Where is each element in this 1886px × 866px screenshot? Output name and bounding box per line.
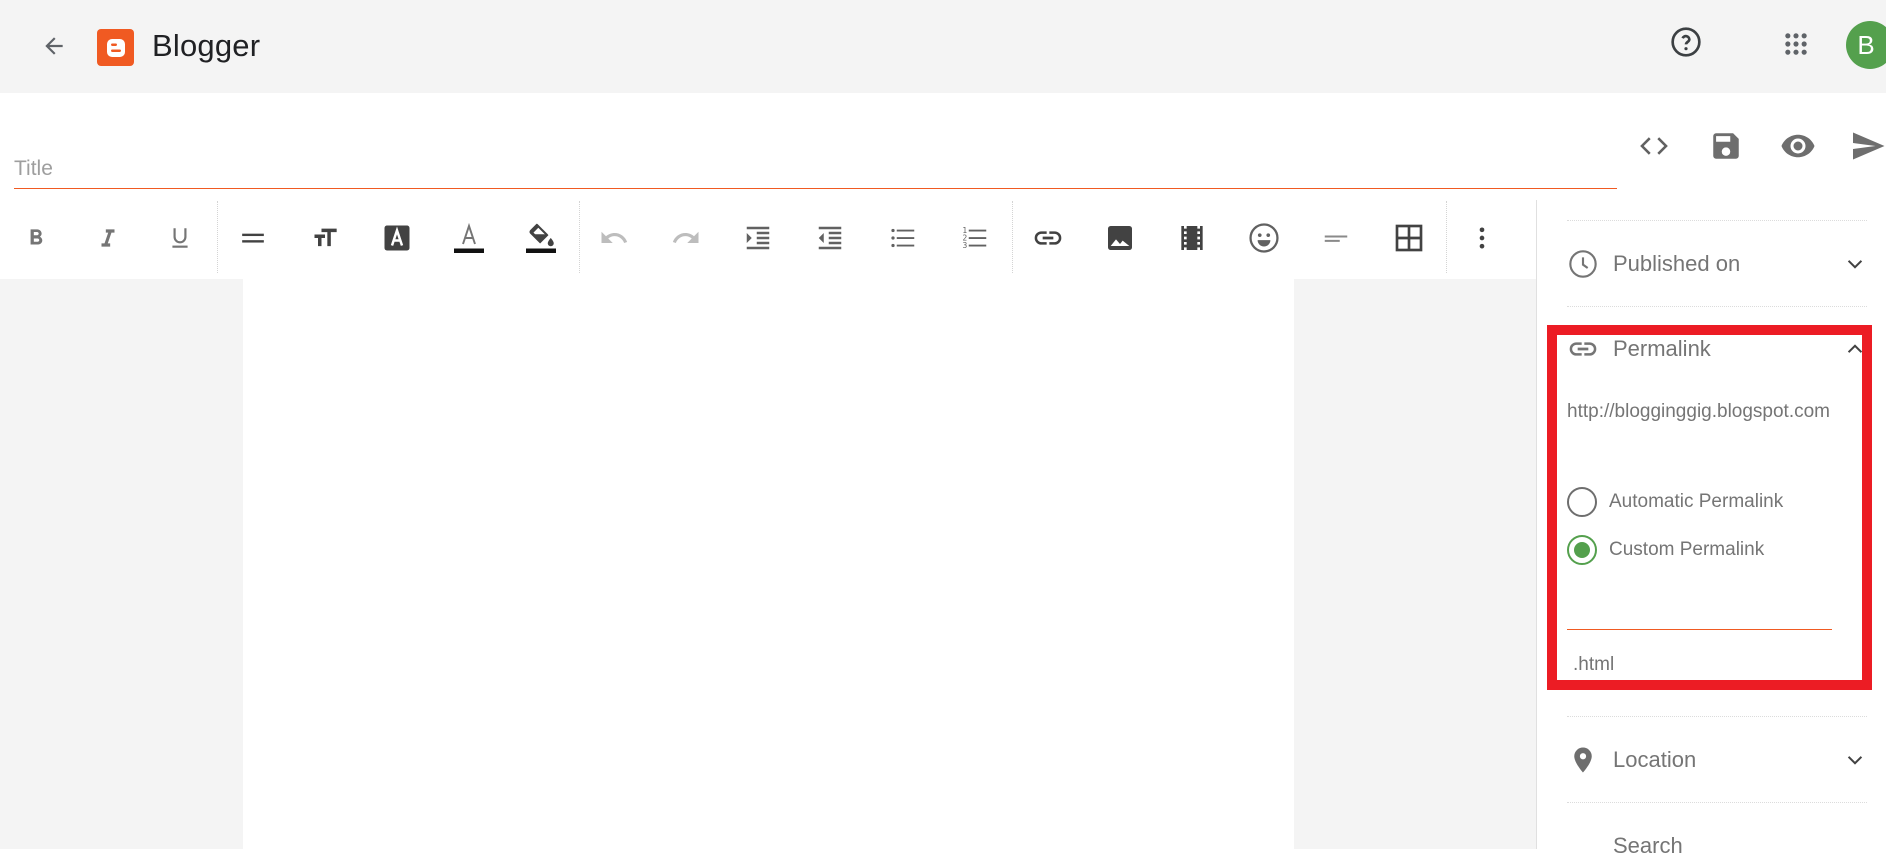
html-view-button[interactable]: [1634, 126, 1674, 166]
link-icon: [1034, 231, 1062, 245]
save-icon: [1713, 133, 1739, 159]
post-body-editor[interactable]: [243, 279, 1294, 849]
undo-button[interactable]: [592, 216, 636, 260]
svg-text:3: 3: [963, 241, 968, 250]
radio-checked-icon: [1567, 535, 1597, 565]
redo-icon: [672, 231, 699, 243]
help-button[interactable]: [1668, 24, 1704, 60]
underline-button[interactable]: [158, 216, 202, 260]
code-icon: [1640, 137, 1668, 155]
font-size-icon: [314, 228, 337, 247]
toolbar-divider: [1446, 201, 1447, 273]
custom-permalink-radio[interactable]: Custom Permalink: [1567, 534, 1764, 566]
outdent-button[interactable]: [808, 216, 852, 260]
numbered-list-icon: 123: [963, 226, 987, 250]
help-circle-icon: [1671, 27, 1701, 57]
search-description-section[interactable]: Search: [1567, 826, 1867, 866]
send-icon: [1853, 132, 1885, 160]
numbered-list-button[interactable]: 123: [953, 216, 997, 260]
italic-button[interactable]: [86, 216, 130, 260]
text-color-icon: [454, 222, 484, 253]
insert-image-button[interactable]: [1098, 216, 1142, 260]
indent-button[interactable]: [736, 216, 780, 260]
align-left-icon: [1324, 235, 1348, 242]
search-description-icon: [1567, 830, 1599, 862]
permalink-section-header[interactable]: Permalink: [1567, 329, 1867, 369]
clock-icon: [1567, 248, 1599, 280]
paragraph-icon: [242, 233, 264, 243]
arrow-back-icon: [45, 37, 63, 55]
search-description-label: Search: [1613, 833, 1683, 858]
bold-icon: [30, 229, 43, 245]
underline-icon: [172, 228, 188, 248]
outdent-icon: [818, 226, 842, 250]
toolbar-divider: [1012, 201, 1013, 273]
image-icon: [1108, 226, 1132, 250]
radio-unchecked-icon: [1567, 487, 1597, 517]
publish-button[interactable]: [1848, 126, 1886, 166]
sidebar-divider: [1567, 802, 1867, 803]
chevron-up-icon: [1843, 337, 1867, 361]
fill-color-icon: [526, 223, 556, 253]
font-size-button[interactable]: [303, 216, 347, 260]
custom-permalink-label: Custom Permalink: [1609, 539, 1765, 560]
sidebar-divider: [1567, 716, 1867, 717]
insert-emoji-button[interactable]: [1242, 216, 1286, 260]
app-header: Blogger B: [0, 0, 1886, 93]
chevron-down-icon: [1843, 748, 1867, 772]
more-options-button[interactable]: [1460, 216, 1504, 260]
video-icon: [1181, 226, 1203, 250]
location-section[interactable]: Location: [1567, 740, 1867, 780]
apps-button[interactable]: [1778, 26, 1814, 62]
published-on-section[interactable]: Published on: [1567, 244, 1867, 284]
sidebar-divider: [1567, 306, 1867, 307]
back-button[interactable]: [34, 26, 74, 66]
insert-video-button[interactable]: [1170, 216, 1214, 260]
save-button[interactable]: [1706, 126, 1746, 166]
table-icon: [1395, 224, 1423, 252]
apps-grid-icon: [1785, 33, 1807, 55]
sidebar-divider: [1567, 220, 1867, 221]
font-style-icon: [384, 225, 410, 251]
alignment-button[interactable]: [1314, 216, 1358, 260]
emoji-icon: [1249, 223, 1279, 253]
bold-button[interactable]: [14, 216, 58, 260]
insert-table-button[interactable]: [1387, 216, 1431, 260]
brand-name: Blogger: [152, 28, 261, 63]
permalink-suffix: .html: [1573, 654, 1615, 675]
location-pin-icon: [1567, 744, 1599, 776]
chevron-down-icon: [1843, 252, 1867, 276]
toolbar-divider: [217, 201, 218, 273]
highlight-color-button[interactable]: [519, 216, 563, 260]
toolbar-divider: [579, 201, 580, 273]
automatic-permalink-label: Automatic Permalink: [1609, 491, 1784, 512]
link-icon: [1567, 333, 1599, 365]
eye-icon: [1781, 134, 1815, 158]
redo-button[interactable]: [664, 216, 708, 260]
account-avatar[interactable]: B: [1846, 21, 1886, 69]
blog-url: http://blogginggig.blogspot.com: [1567, 401, 1831, 422]
bulleted-list-icon: [891, 228, 915, 248]
published-on-label: Published on: [1613, 251, 1741, 276]
more-vert-icon: [1479, 227, 1485, 249]
italic-icon: [101, 229, 115, 247]
automatic-permalink-radio[interactable]: Automatic Permalink: [1567, 486, 1783, 518]
text-style-button[interactable]: [375, 216, 419, 260]
bulleted-list-button[interactable]: [881, 216, 925, 260]
post-title-input[interactable]: [14, 150, 1617, 189]
undo-icon: [601, 231, 628, 243]
location-label: Location: [1613, 747, 1697, 772]
permalink-label: Permalink: [1613, 336, 1711, 361]
insert-link-button[interactable]: [1026, 216, 1070, 260]
text-color-button[interactable]: [447, 216, 491, 260]
preview-button[interactable]: [1778, 126, 1818, 166]
blogger-logo-icon[interactable]: [97, 29, 134, 66]
paragraph-button[interactable]: [231, 216, 275, 260]
custom-permalink-input[interactable]: [1567, 600, 1832, 630]
indent-icon: [746, 226, 770, 250]
